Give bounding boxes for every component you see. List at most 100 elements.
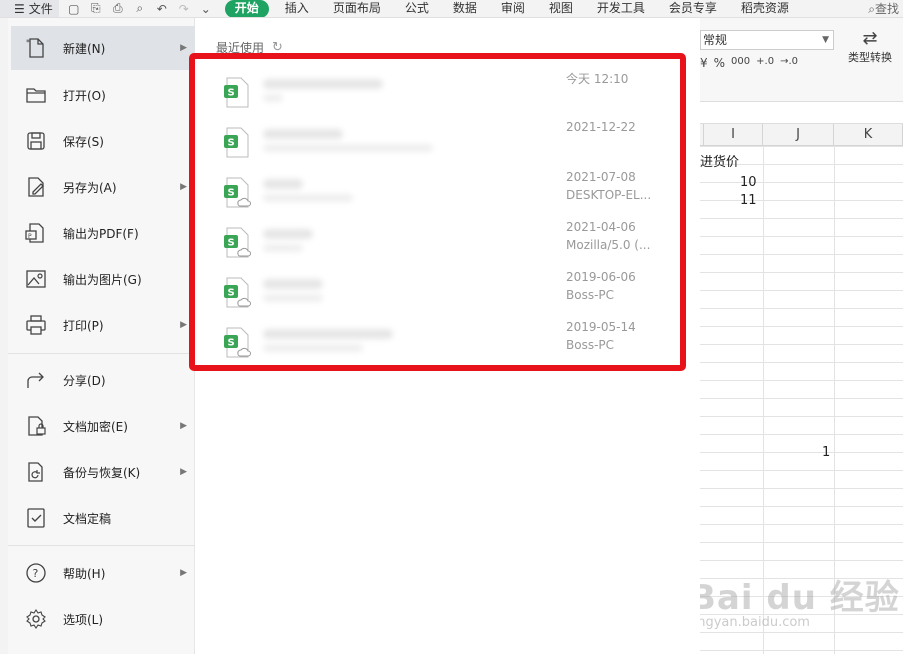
tab-developer[interactable]: 开发工具 (585, 0, 657, 17)
menu-item-label: 选项(L) (63, 612, 104, 627)
menu-item-label: 另存为(A) (63, 180, 117, 195)
print-quick-icon[interactable]: ⎙ (111, 1, 125, 16)
pdf-icon: P (25, 222, 47, 244)
menu-item-label: 新建(N) (63, 41, 106, 56)
cell-header-text[interactable]: 进货价 (700, 154, 739, 172)
menu-item-label: 文档加密(E) (63, 419, 128, 434)
tab-formulas[interactable]: 公式 (393, 0, 441, 17)
menu-item-save[interactable]: 保存(S) (11, 119, 195, 163)
menu-item-label: 打开(O) (63, 88, 106, 103)
export-quick-icon[interactable]: ⎘ (89, 1, 103, 16)
search-icon: ⌕ (868, 2, 875, 16)
menu-item-label: 保存(S) (63, 134, 104, 149)
tab-data[interactable]: 数据 (441, 0, 489, 17)
tab-review[interactable]: 审阅 (489, 0, 537, 17)
percent-icon[interactable]: % (714, 56, 725, 70)
column-header-j[interactable]: J (763, 124, 834, 146)
finalize-icon (25, 507, 47, 529)
chevron-down-icon[interactable]: ⌄ (199, 2, 213, 16)
chevron-down-icon: ▼ (822, 35, 829, 45)
backup-icon (25, 461, 47, 483)
menu-item-new[interactable]: * 新建(N) ▶ (11, 26, 195, 70)
number-format-value: 常规 (703, 33, 728, 47)
chevron-right-icon: ▶ (180, 568, 187, 578)
cell-value[interactable]: 10 (740, 174, 757, 192)
menu-item-open[interactable]: 打开(O) (11, 73, 195, 117)
file-menu-button[interactable]: ☰ 文件 (0, 0, 59, 17)
chevron-right-icon: ▶ (180, 182, 187, 192)
undo-icon[interactable]: ↶ (155, 2, 169, 16)
number-format-buttons: ¥ % 000 +.0 →.0 (700, 56, 798, 70)
tab-home[interactable]: 开始 (224, 0, 269, 17)
save-as-icon (25, 176, 47, 198)
tab-docer[interactable]: 稻壳资源 (729, 0, 801, 17)
image-icon (25, 268, 47, 290)
top-toolbar: ☰ 文件 ▢ ⎘ ⎙ ⌕ ↶ ↷ ⌄ 开始 插入 页面布局 公式 数据 审阅 视… (0, 0, 903, 18)
menu-item-label: 输出为图片(G) (63, 272, 142, 287)
formula-bar[interactable] (700, 102, 903, 124)
menu-item-encrypt[interactable]: 文档加密(E) ▶ (11, 404, 195, 448)
menu-item-export-image[interactable]: 输出为图片(G) (11, 257, 195, 301)
type-convert-button[interactable]: ⇄ 类型转换 (838, 28, 902, 65)
highlight-box (189, 53, 686, 371)
chevron-right-icon: ▶ (180, 43, 187, 53)
decrease-decimal-icon[interactable]: →.0 (780, 56, 798, 70)
menu-item-share[interactable]: 分享(D) (11, 358, 195, 402)
quick-access-bar: ▢ ⎘ ⎙ ⌕ ↶ ↷ ⌄ (59, 1, 221, 16)
number-format-select[interactable]: 常规 ▼ (700, 30, 834, 50)
type-convert-label: 类型转换 (848, 51, 892, 64)
save-quick-icon[interactable]: ▢ (67, 2, 81, 16)
menu-item-print[interactable]: 打印(P) ▶ (11, 303, 195, 347)
spreadsheet-area: 常规 ▼ ¥ % 000 +.0 →.0 ⇄ 类型转换 I J K 进货价 10… (690, 18, 903, 654)
svg-text:*: * (26, 38, 30, 47)
chevron-right-icon: ▶ (180, 421, 187, 431)
cell-value[interactable]: 11 (740, 192, 757, 210)
menu-item-label: 输出为PDF(F) (63, 226, 139, 241)
menu-item-backup[interactable]: 备份与恢复(K) ▶ (11, 450, 195, 494)
menu-item-label: 帮助(H) (63, 566, 106, 581)
menu-item-save-as[interactable]: 另存为(A) ▶ (11, 165, 195, 209)
printer-icon (25, 314, 47, 336)
menu-item-options[interactable]: 选项(L) (11, 597, 195, 641)
menu-item-finalize[interactable]: 文档定稿 (11, 496, 195, 540)
convert-icon: ⇄ (862, 28, 878, 49)
baidu-watermark-url: jingyan.baidu.com (690, 615, 810, 630)
menu-item-help[interactable]: ? 帮助(H) ▶ (11, 551, 195, 595)
menu-item-label: 文档定稿 (63, 511, 112, 526)
menu-item-export-pdf[interactable]: P 输出为PDF(F) (11, 211, 195, 255)
new-file-icon: * (25, 37, 47, 59)
baidu-watermark: Bai du 经验 (690, 578, 900, 618)
tab-insert[interactable]: 插入 (273, 0, 321, 17)
share-icon (25, 369, 47, 391)
save-icon (25, 130, 47, 152)
column-header-i[interactable]: I (704, 124, 763, 146)
lock-doc-icon (25, 415, 47, 437)
increase-decimal-icon[interactable]: +.0 (756, 56, 774, 70)
divider (8, 353, 195, 354)
menu-item-label: 分享(D) (63, 373, 106, 388)
chevron-right-icon: ▶ (180, 467, 187, 477)
settings-icon (25, 608, 47, 630)
cell-value[interactable]: 1 (822, 444, 830, 462)
preview-quick-icon[interactable]: ⌕ (133, 1, 147, 16)
file-menu-panel: * 新建(N) ▶ 打开(O) 保存(S) 另存为(A) ▶ P 输出为PDF(… (8, 18, 195, 654)
menu-item-label: 打印(P) (63, 318, 104, 333)
folder-icon (25, 84, 47, 106)
tab-view[interactable]: 视图 (537, 0, 585, 17)
chevron-right-icon: ▶ (180, 320, 187, 330)
thousands-icon[interactable]: 000 (731, 56, 750, 70)
svg-text:P: P (28, 233, 32, 240)
hamburger-icon: ☰ (14, 1, 25, 16)
redo-icon[interactable]: ↷ (177, 2, 191, 16)
tab-page-layout[interactable]: 页面布局 (321, 0, 393, 17)
currency-icon[interactable]: ¥ (700, 56, 708, 70)
file-menu-label: 文件 (28, 2, 53, 16)
column-header-k[interactable]: K (834, 124, 903, 146)
svg-text:?: ? (33, 567, 39, 580)
help-icon: ? (25, 562, 47, 584)
tab-member[interactable]: 会员专享 (657, 0, 729, 17)
ribbon: 常规 ▼ ¥ % 000 +.0 →.0 ⇄ 类型转换 (700, 18, 903, 102)
search-button[interactable]: ⌕查找 (868, 0, 903, 17)
divider (8, 545, 195, 546)
menu-item-label: 备份与恢复(K) (63, 465, 141, 480)
